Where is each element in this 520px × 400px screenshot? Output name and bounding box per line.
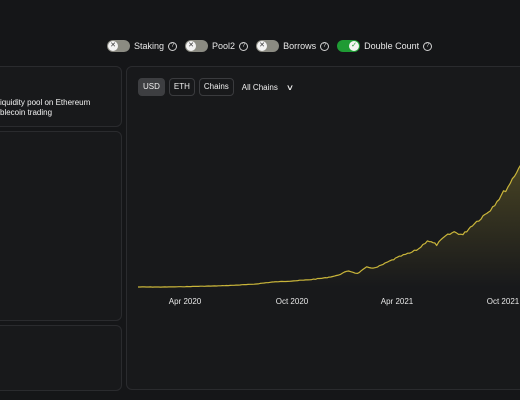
- x-tick-label: Apr 2021: [380, 297, 414, 306]
- eth-button[interactable]: ETH: [168, 78, 195, 96]
- chains-button[interactable]: Chains: [198, 78, 234, 96]
- tvl-area: [138, 166, 520, 288]
- usd-button[interactable]: USD: [138, 78, 165, 96]
- chain-selector-label: All Chains: [241, 82, 278, 92]
- tvl-chart: [138, 165, 520, 288]
- chevron-down-icon: ∨: [285, 82, 294, 92]
- chart-controls: USD ETH Chains All Chains ∨: [138, 78, 294, 96]
- x-tick-label: Apr 2020: [168, 297, 202, 306]
- chain-selector[interactable]: All Chains ∨: [241, 82, 294, 92]
- x-tick-label: Oct 2021: [486, 297, 520, 306]
- x-tick-label: Oct 2020: [275, 297, 309, 306]
